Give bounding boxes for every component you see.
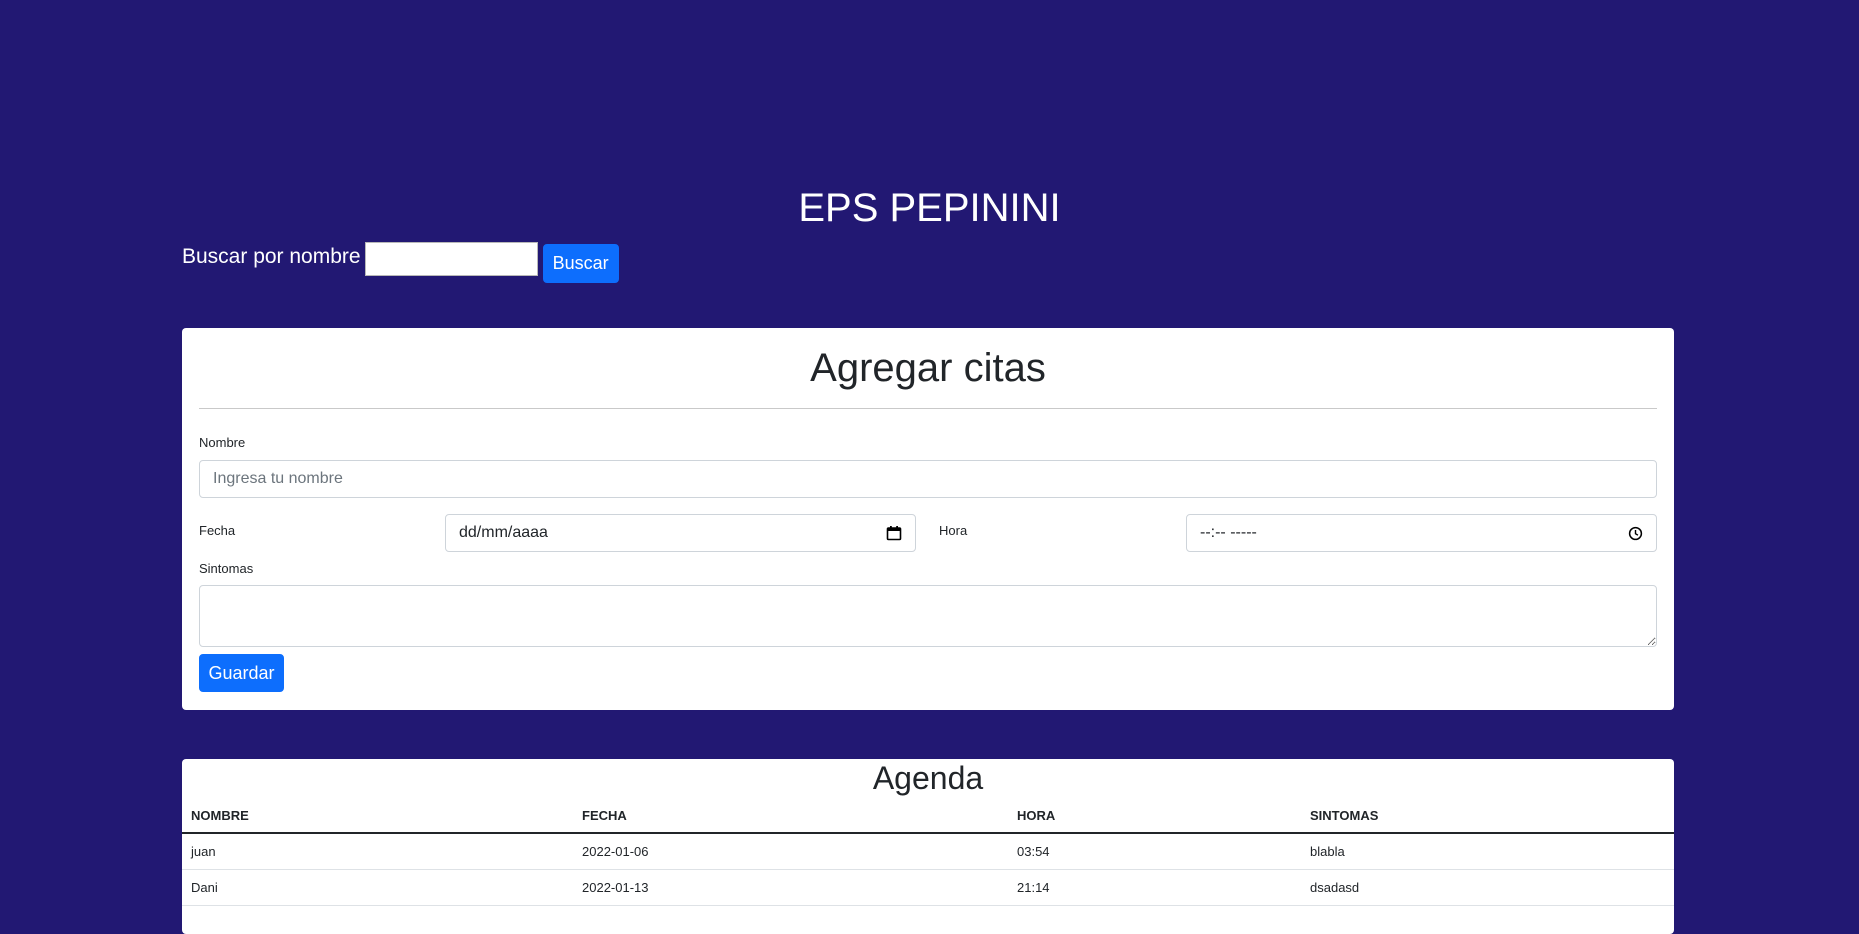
table-cell: Dani — [182, 869, 573, 906]
form-divider — [199, 408, 1657, 409]
table-header-row: NOMBRE FECHA HORA SINTOMAS — [182, 797, 1674, 834]
form-title: Agregar citas — [810, 346, 1046, 390]
fecha-input[interactable]: dd/mm/aaaa — [445, 514, 916, 552]
hora-label: Hora — [939, 523, 968, 538]
table-cell: 2022-01-13 — [573, 869, 1008, 906]
column-header-nombre: NOMBRE — [182, 797, 573, 834]
nombre-label: Nombre — [199, 435, 246, 450]
table-cell: juan — [182, 833, 573, 870]
search-label: Buscar por nombre — [182, 245, 361, 268]
column-header-fecha: FECHA — [573, 797, 1008, 834]
column-header-hora: HORA — [1008, 797, 1301, 834]
sintomas-textarea[interactable] — [199, 585, 1657, 647]
table-cell: 2022-01-06 — [573, 833, 1008, 870]
clock-icon[interactable] — [1628, 526, 1643, 541]
hora-input[interactable]: --:-- ----- — [1186, 514, 1657, 552]
hora-placeholder: --:-- ----- — [1200, 524, 1257, 541]
column-header-sintomas: SINTOMAS — [1301, 797, 1674, 834]
table-row: Dani 2022-01-13 21:14 dsadasd — [182, 869, 1674, 906]
nombre-input[interactable] — [199, 460, 1657, 498]
agenda-table: NOMBRE FECHA HORA SINTOMAS juan 2022-01-… — [182, 797, 1674, 906]
agenda-title: Agenda — [872, 760, 984, 796]
sintomas-label: Sintomas — [199, 561, 254, 576]
search-input[interactable] — [364, 242, 538, 276]
search-button[interactable]: Buscar — [542, 243, 619, 283]
fecha-placeholder: dd/mm/aaaa — [459, 524, 548, 541]
add-appointment-card: Agregar citas Nombre Fecha dd/mm/aaaa Ho… — [182, 328, 1674, 710]
fecha-label: Fecha — [199, 523, 236, 538]
table-cell: blabla — [1301, 833, 1674, 870]
search-bar: Buscar por nombre Buscar — [182, 240, 619, 283]
calendar-icon[interactable] — [886, 525, 902, 541]
table-cell: 21:14 — [1008, 869, 1301, 906]
table-cell: dsadasd — [1301, 869, 1674, 906]
page-title: EPS PEPININI — [798, 186, 1061, 230]
save-button[interactable]: Guardar — [199, 654, 284, 692]
table-cell: 03:54 — [1008, 833, 1301, 870]
agenda-card: Agenda NOMBRE FECHA HORA SINTOMAS juan 2… — [182, 759, 1674, 934]
table-row: juan 2022-01-06 03:54 blabla — [182, 833, 1674, 870]
